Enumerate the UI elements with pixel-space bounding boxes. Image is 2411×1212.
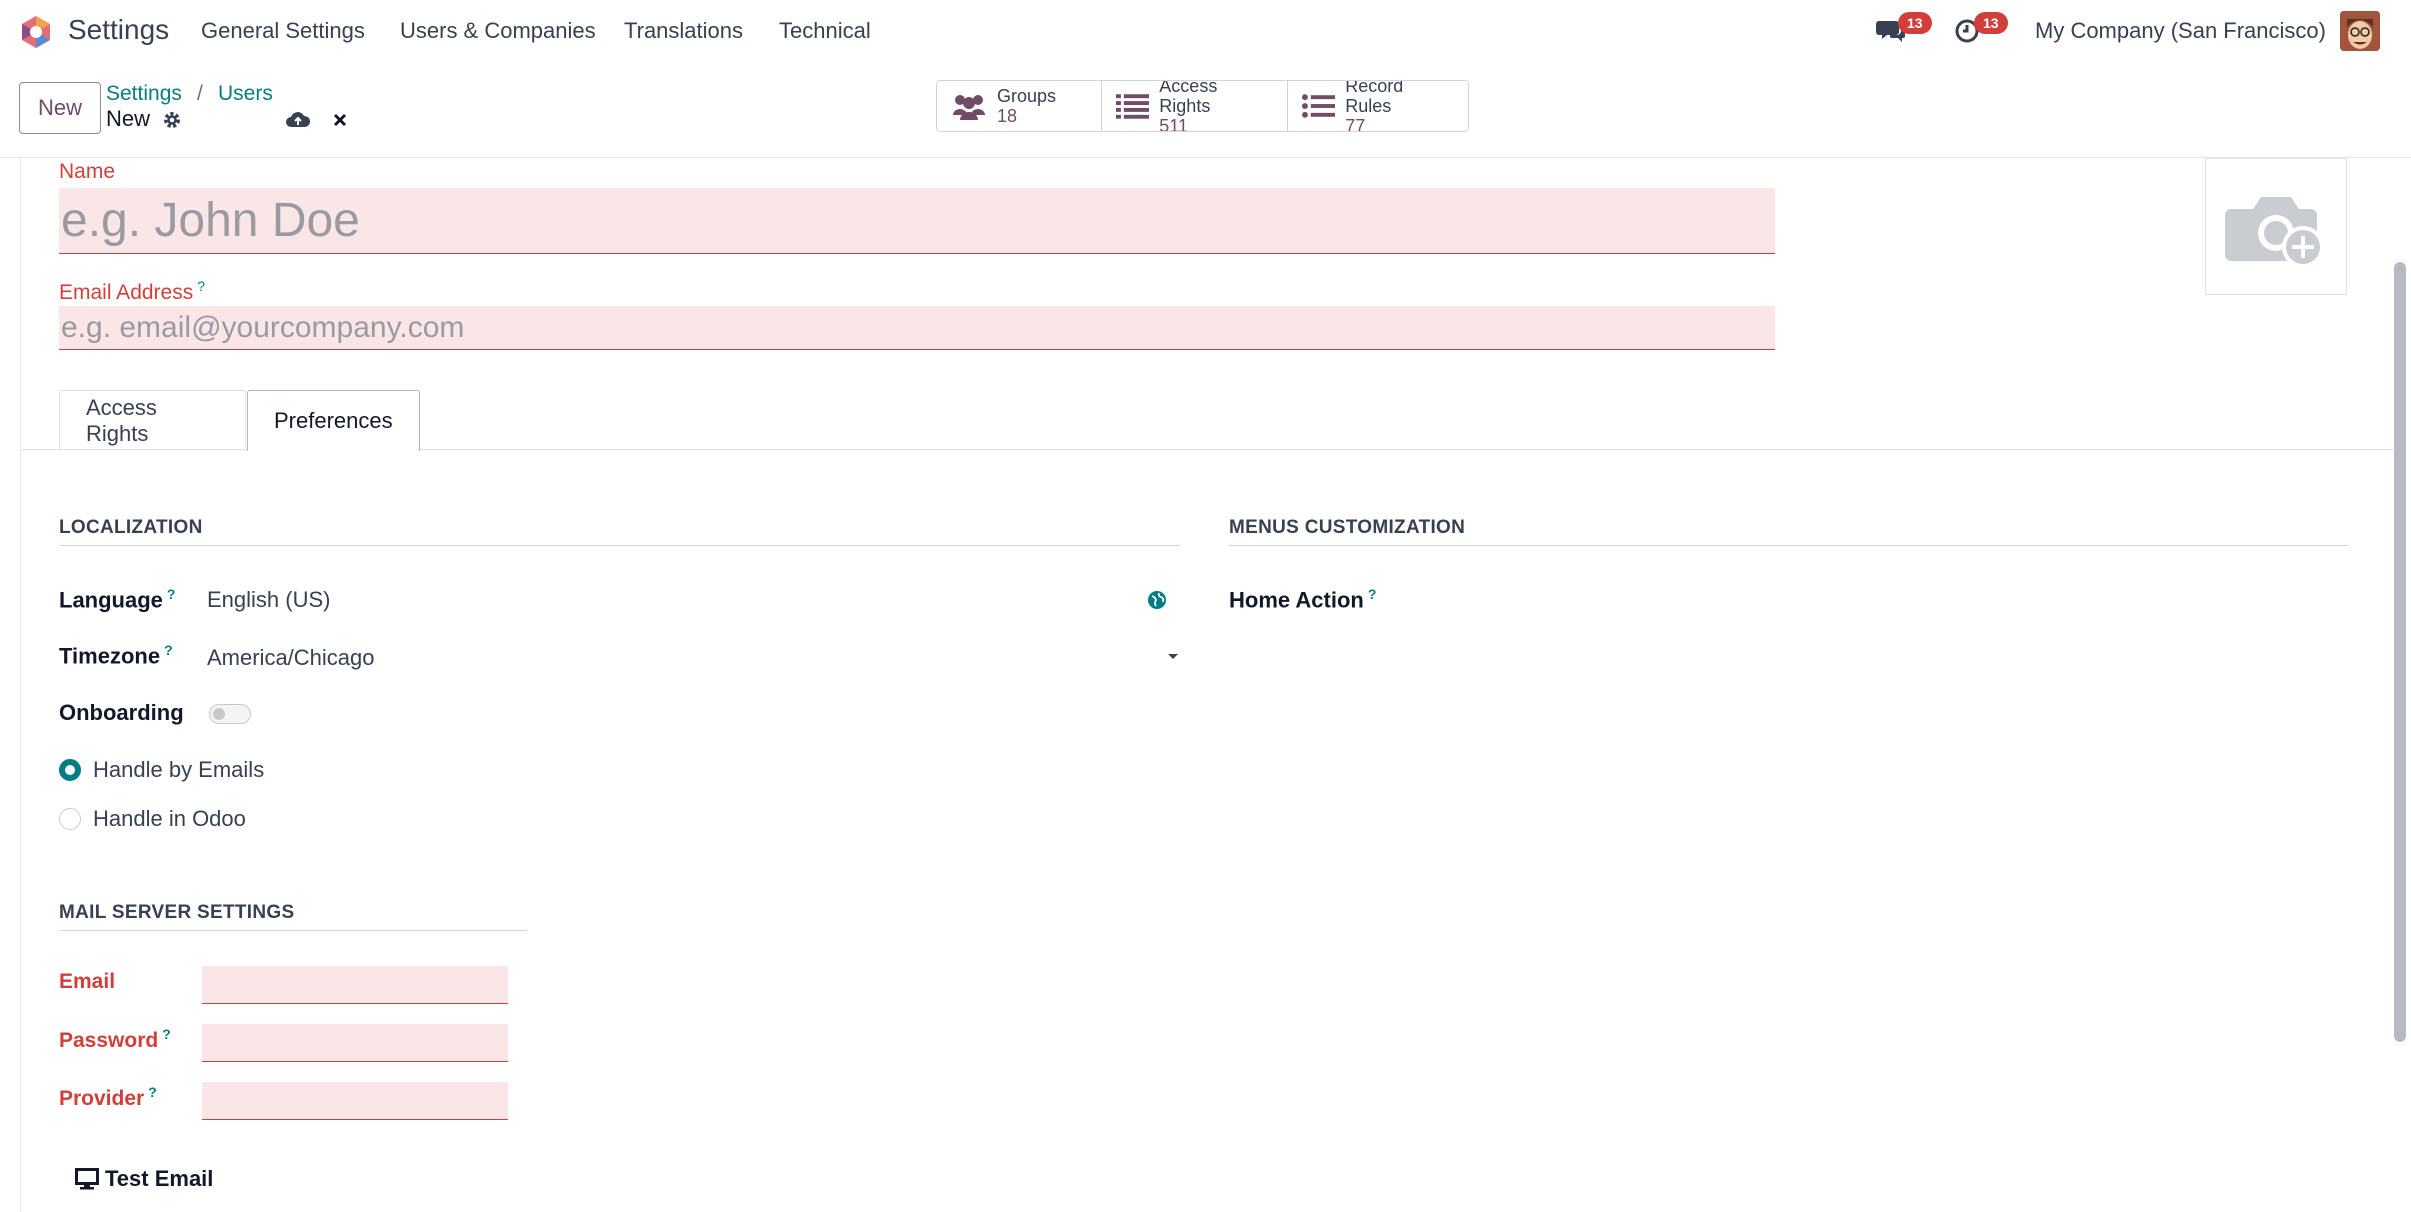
tab-preferences[interactable]: Preferences: [247, 390, 420, 451]
avatar-face-icon: [2340, 11, 2380, 51]
email-address-label: Email Address?: [59, 278, 205, 305]
discard-close-icon[interactable]: [332, 112, 348, 128]
handle-in-odoo-label[interactable]: Handle in Odoo: [93, 806, 246, 832]
breadcrumb-separator: /: [197, 82, 203, 105]
timezone-help-tooltip[interactable]: ?: [164, 642, 173, 658]
users-icon: [953, 95, 985, 120]
new-button[interactable]: New: [19, 82, 101, 134]
radio-handle-in-odoo[interactable]: [59, 808, 81, 830]
onboarding-label: Onboarding: [59, 700, 184, 725]
radio-handle-by-emails[interactable]: [59, 759, 81, 781]
password-help-tooltip[interactable]: ?: [162, 1026, 171, 1042]
menu-general-settings[interactable]: General Settings: [201, 18, 365, 44]
tab-access-rights[interactable]: Access Rights: [59, 390, 246, 451]
avatar-upload[interactable]: [2205, 158, 2347, 295]
breadcrumb-users[interactable]: Users: [218, 82, 273, 106]
list-ul-icon: [1302, 94, 1336, 118]
messages-badge: 13: [1898, 12, 1932, 34]
current-record-name: New: [106, 106, 151, 131]
test-email-button[interactable]: Test Email: [75, 1166, 213, 1192]
menus-customization-section-title: MENUS CUSTOMIZATION: [1229, 517, 2349, 546]
activities-badge: 13: [1974, 12, 2008, 34]
handle-by-emails-label[interactable]: Handle by Emails: [93, 757, 264, 783]
language-select[interactable]: English (US): [207, 587, 330, 613]
page-scrollbar[interactable]: [2394, 262, 2406, 1042]
timezone-label: Timezone?: [59, 642, 173, 669]
camera-plus-icon: [2225, 196, 2324, 268]
caret-down-icon[interactable]: [1167, 653, 1179, 661]
save-cloud-icon[interactable]: [285, 109, 311, 131]
access-rights-count: 511: [1159, 116, 1188, 132]
mail-password-input[interactable]: [202, 1024, 508, 1062]
mail-provider-label-text: Provider: [59, 1087, 145, 1110]
mail-email-input[interactable]: [202, 966, 508, 1004]
name-label: Name: [59, 160, 116, 183]
company-switcher[interactable]: My Company (San Francisco): [2035, 18, 2326, 44]
desktop-icon: [75, 1168, 99, 1190]
app-title[interactable]: Settings: [68, 14, 169, 46]
breadcrumb-settings[interactable]: Settings: [106, 82, 182, 106]
timezone-select[interactable]: America/Chicago: [207, 645, 375, 671]
mail-provider-input[interactable]: [202, 1082, 508, 1120]
notebook-tabs: Access Rights Preferences: [21, 390, 2393, 451]
home-action-label-text: Home Action: [1229, 587, 1364, 613]
top-navbar: Settings General Settings Users & Compan…: [0, 0, 2411, 62]
groups-label: Groups: [997, 86, 1057, 106]
home-action-help-tooltip[interactable]: ?: [1368, 586, 1377, 602]
timezone-label-text: Timezone: [59, 643, 161, 669]
messages-systray[interactable]: 13: [1872, 0, 1942, 62]
mail-password-label-text: Password: [59, 1029, 159, 1052]
form-sheet: Name Email Address? Access Rights Prefer…: [20, 158, 2393, 1212]
language-help-tooltip[interactable]: ?: [167, 586, 176, 602]
record-rules-label: Record Rules: [1345, 80, 1404, 116]
gear-icon[interactable]: [162, 110, 182, 130]
activities-systray[interactable]: 13: [1952, 0, 2022, 62]
mail-server-section-title: MAIL SERVER SETTINGS: [59, 902, 527, 931]
access-rights-label: Access Rights: [1159, 80, 1218, 116]
groups-count: 18: [997, 106, 1018, 126]
toggle-knob: [213, 708, 225, 720]
mail-email-label: Email: [59, 970, 116, 993]
provider-help-tooltip[interactable]: ?: [148, 1084, 157, 1100]
groups-stat-button[interactable]: Groups 18: [937, 81, 1102, 131]
email-address-label-text: Email Address: [59, 281, 194, 304]
home-action-label: Home Action?: [1229, 586, 1376, 613]
test-email-label: Test Email: [105, 1166, 214, 1191]
record-rules-stat-button[interactable]: Record Rules 77: [1288, 81, 1468, 131]
email-address-input[interactable]: [59, 306, 1775, 350]
user-avatar[interactable]: [2340, 11, 2380, 51]
localization-section-title: LOCALIZATION: [59, 517, 1180, 546]
record-rules-count: 77: [1345, 116, 1366, 132]
menu-technical[interactable]: Technical: [779, 18, 871, 44]
control-panel: New Settings / Users New Groups 18 Acces…: [0, 62, 2411, 158]
mail-password-label: Password?: [59, 1026, 171, 1053]
odoo-app-logo-icon[interactable]: [19, 15, 53, 49]
mail-provider-label: Provider?: [59, 1084, 157, 1111]
language-label-text: Language: [59, 587, 163, 613]
language-label: Language?: [59, 586, 175, 613]
menu-translations[interactable]: Translations: [624, 18, 743, 44]
onboarding-toggle[interactable]: [209, 704, 251, 724]
list-icon: [1116, 94, 1150, 119]
menu-users-companies[interactable]: Users & Companies: [400, 18, 596, 44]
stat-buttons: Groups 18 Access Rights 511 Record Rules…: [936, 80, 1469, 132]
email-help-tooltip[interactable]: ?: [197, 278, 205, 294]
access-rights-stat-button[interactable]: Access Rights 511: [1102, 81, 1288, 131]
name-input[interactable]: [59, 188, 1775, 254]
globe-icon[interactable]: [1147, 590, 1167, 610]
